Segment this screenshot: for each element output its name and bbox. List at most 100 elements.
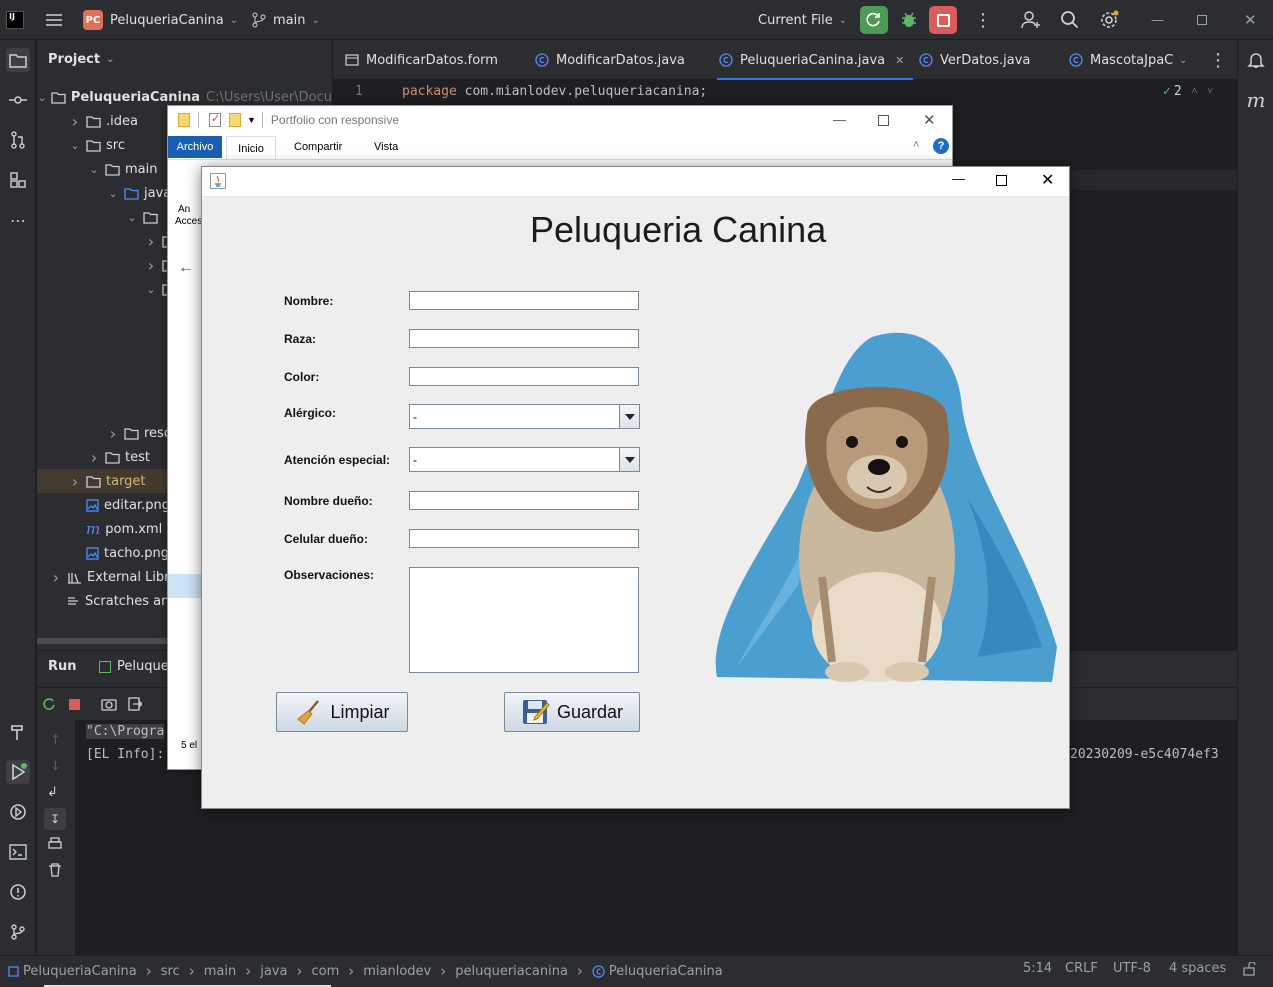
chevron-right-icon[interactable]: › [106,424,120,443]
raza-field[interactable] [409,329,639,348]
project-widget[interactable]: PC PeluqueriaCanina ⌄ [83,0,238,40]
breadcrumb-item[interactable]: PeluqueriaCanina [23,964,137,979]
back-arrow-icon[interactable]: ← [178,259,194,277]
search-icon[interactable] [1060,0,1080,40]
limpiar-button[interactable]: Limpiar [276,692,408,732]
alergico-combo[interactable]: - [409,404,640,429]
trash-icon[interactable] [48,863,62,877]
scroll-to-end-icon[interactable]: ↧ [44,808,66,830]
camera-icon[interactable] [101,697,117,711]
close-icon[interactable]: ✕ [1244,0,1257,40]
chevron-down-icon[interactable]: ˅ [1207,86,1213,97]
run-config-selector[interactable]: Current File ⌄ [758,0,847,40]
more-actions-icon[interactable]: ⋮ [974,0,992,40]
chevron-right-icon[interactable]: › [49,568,63,587]
breadcrumb-item[interactable]: src [161,964,180,979]
lock-icon[interactable] [1243,962,1257,976]
close-tab-icon[interactable]: ✕ [895,54,904,67]
indent-setting[interactable]: 4 spaces [1169,961,1226,976]
exit-icon[interactable] [128,697,142,711]
line-ending[interactable]: CRLF [1065,961,1098,976]
chevron-down-icon[interactable]: ⌄ [68,139,82,152]
new-folder-icon[interactable] [229,113,241,127]
restore-icon[interactable] [1197,0,1207,40]
editor-tab[interactable]: PeluqueriaCanina.java ✕ [717,40,913,80]
breadcrumb-item[interactable]: java [260,964,287,979]
chevron-right-icon[interactable]: › [68,472,82,491]
editor-tab[interactable]: ModificarDatos.form [345,40,498,80]
ribbon-tab-vista[interactable]: Vista [374,141,398,153]
pull-requests-icon[interactable] [6,128,30,152]
properties-icon[interactable]: ✓ [209,113,221,127]
quick-access-dropdown-icon[interactable]: ▼ [247,115,256,125]
debug-button[interactable] [899,0,919,40]
commit-icon[interactable] [6,88,30,112]
collapse-ribbon-icon[interactable]: ˄ [913,139,919,151]
print-icon[interactable] [48,837,62,851]
observaciones-textarea[interactable] [409,567,639,673]
editor-tab[interactable]: ModificarDatos.java [535,40,685,80]
breadcrumb-item[interactable]: peluqueriacanina [455,964,568,979]
arrow-down-icon[interactable]: ↓ [50,759,61,774]
chevron-up-icon[interactable]: ˄ [1192,86,1198,97]
breadcrumb-item[interactable]: mianlodev [363,964,431,979]
ribbon-tab-archivo[interactable]: Archivo [168,136,222,158]
ribbon-tab-inicio[interactable]: Inicio [226,136,276,160]
dueno-field[interactable] [409,491,639,510]
maven-icon[interactable]: m [1244,88,1268,112]
chevron-down-icon[interactable]: ⌄ [87,163,101,176]
tabs-dropdown-icon[interactable]: ⌄ [1179,40,1187,80]
intellij-logo[interactable]: IJ [6,0,24,40]
chevron-down-icon[interactable]: ⌄ [125,211,139,224]
file-encoding[interactable]: UTF-8 [1113,961,1151,976]
editor-tab[interactable]: MascotaJpaC [1069,40,1173,80]
nombre-field[interactable] [409,291,639,310]
services-icon[interactable] [6,800,30,824]
chevron-right-icon[interactable]: › [87,448,101,467]
caret-position[interactable]: 5:14 [1023,961,1052,976]
terminal-icon[interactable] [6,840,30,864]
settings-gear-icon[interactable] [1099,0,1119,40]
breadcrumb-item[interactable]: main [204,964,236,979]
dropdown-arrow-icon[interactable] [619,448,639,471]
guardar-button[interactable]: Guardar [504,692,640,732]
explorer-maximize-icon[interactable] [878,115,889,126]
peluqueria-app-window[interactable]: — ✕ Peluqueria Canina Nombre: Raza: Colo… [201,166,1070,809]
git-icon[interactable] [6,920,30,944]
rerun-button[interactable] [860,0,888,40]
ribbon-tab-compartir[interactable]: Compartir [294,141,342,153]
project-panel-header[interactable]: Project ⌄ [48,52,114,67]
chevron-down-icon[interactable]: ⌄ [144,283,158,296]
nav-selected-row[interactable] [168,574,202,598]
app-maximize-icon[interactable] [996,175,1007,186]
chevron-right-icon[interactable]: › [144,256,158,275]
problems-icon[interactable] [6,880,30,904]
run-config-tab[interactable]: Peluque [99,659,169,674]
branch-widget[interactable]: main ⌄ [251,0,320,40]
tabs-more-icon[interactable]: ⋮ [1209,40,1227,80]
atencion-combo[interactable]: - [409,447,640,472]
app-minimize-icon[interactable]: — [952,171,965,186]
chevron-down-icon[interactable]: ⌄ [38,91,47,104]
stop-button[interactable] [929,0,957,40]
chevron-right-icon[interactable]: › [144,232,158,251]
explorer-minimize-icon[interactable]: — [833,112,846,127]
help-icon[interactable]: ? [933,138,949,154]
more-tools-icon[interactable]: ⋯ [6,208,30,232]
chevron-right-icon[interactable]: › [68,112,82,131]
soft-wrap-icon[interactable]: ↲ [47,785,58,800]
build-hammer-icon[interactable] [6,720,30,744]
inspections-widget[interactable]: ✓ 2 ˄ ˅ [1163,84,1213,99]
run-tool-icon[interactable] [6,760,30,784]
arrow-up-icon[interactable]: ↑ [50,733,61,748]
color-field[interactable] [409,367,639,386]
breadcrumb-item[interactable]: com [311,964,339,979]
editor-tab[interactable]: VerDatos.java [919,40,1030,80]
add-user-icon[interactable] [1020,0,1042,40]
chevron-down-icon[interactable]: ⌄ [106,187,120,200]
dropdown-arrow-icon[interactable] [619,405,639,428]
stop-small-icon[interactable] [69,699,80,710]
notifications-bell-icon[interactable] [1244,48,1268,72]
structure-icon[interactable] [6,168,30,192]
main-menu-icon[interactable] [44,0,64,40]
